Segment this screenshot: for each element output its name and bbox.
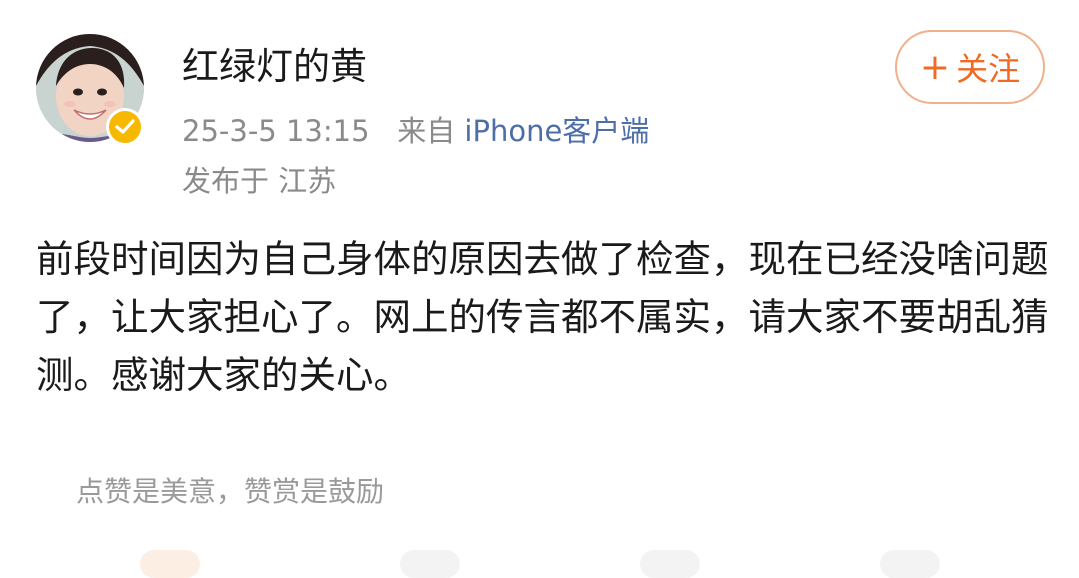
post-datetime: 25-3-5 13:15 [182, 114, 370, 148]
weibo-post-card: 红绿灯的黄 25-3-5 13:15 来自 iPhone客户端 发布于 江苏 +… [0, 0, 1079, 578]
source-prefix: 来自 [397, 114, 456, 148]
verified-badge-icon [109, 111, 141, 143]
action-icon-cropped [640, 550, 700, 578]
action-icon-cropped [880, 550, 940, 578]
post-meta: 25-3-5 13:15 来自 iPhone客户端 [182, 112, 649, 150]
post-location: 发布于 江苏 [182, 164, 337, 198]
verified-badge [106, 108, 144, 146]
username[interactable]: 红绿灯的黄 [182, 44, 367, 90]
reward-hint: 点赞是美意，赞赏是鼓励 [76, 475, 385, 508]
action-icon-cropped [140, 550, 200, 578]
follow-button[interactable]: + 关注 [895, 30, 1045, 104]
follow-button-label: 关注 [956, 50, 1021, 88]
action-bar-cropped [0, 528, 1079, 578]
action-icon-cropped [400, 550, 460, 578]
source-client-link[interactable]: iPhone客户端 [464, 114, 649, 148]
post-text: 前段时间因为自己身体的原因去做了检查，现在已经没啥问题了，让大家担心了。网上的传… [36, 237, 1049, 397]
plus-icon: + [919, 46, 951, 88]
